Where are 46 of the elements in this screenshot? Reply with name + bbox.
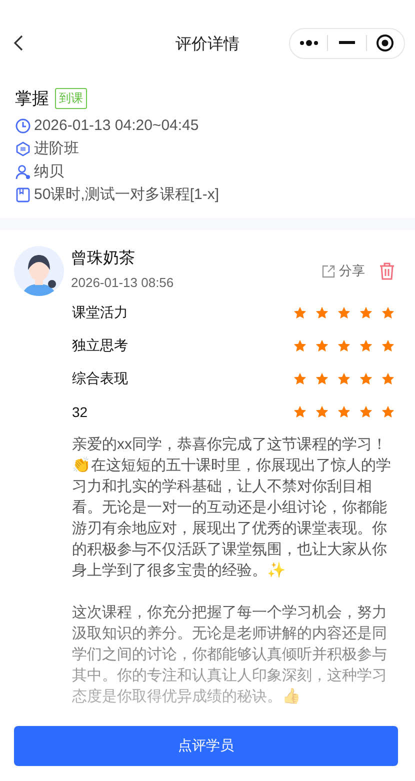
share-icon	[322, 264, 335, 278]
clock-icon	[15, 118, 31, 134]
star-icon	[337, 306, 351, 320]
star-icon	[337, 338, 351, 352]
attendance-tag: 到课	[55, 88, 87, 108]
star-icon	[359, 372, 373, 386]
page-title: 评价详情	[176, 34, 240, 55]
comment-text: 亲爱的xx同学，恭喜你完成了这节课程的学习！👏在这短短的五十课时里，你展现出了惊人的学习力和扎实的学科基础，让人不禁对你刮目相看。无论是一对一的互动还是小组讨论，你都能游刃有余地应对，展现出了优秀的课堂表现。你的积极参与不仅活跃了课堂氛围，也让大家从你身上学到了很多宝贵的经验。✨ 这次课程，你充分把握了每一个学习机会，努力汲取知识的养分。无论是老师讲解的内容还是同学们之间的讨论，你都能够认真倾听并积极参与其中。你的专注和认真让人印象深刻，这种学习态度是你取得优异成绩的秘诀。👍	[72, 435, 392, 707]
star-icon	[381, 306, 395, 320]
student-name: 曾珠奶茶	[71, 248, 136, 269]
minimize-icon[interactable]	[338, 41, 355, 45]
lesson-class-name: 进阶班	[34, 139, 79, 158]
lesson-title: 掌握	[15, 88, 49, 110]
star-icon	[337, 372, 351, 386]
hexagon-icon	[15, 140, 31, 156]
rating-label: 综合表现	[72, 370, 128, 388]
star-icon	[337, 404, 351, 418]
star-icon	[293, 306, 307, 320]
star-icon	[359, 306, 373, 320]
star-icon	[315, 338, 329, 352]
star-icon	[293, 338, 307, 352]
star-icon	[293, 372, 307, 386]
lesson-course: 50课时,测试一对多课程[1-x]	[34, 185, 220, 204]
review-date: 2026-01-13 08:56	[71, 275, 174, 290]
review-student-button[interactable]: 点评学员	[14, 726, 398, 766]
more-icon[interactable]	[298, 40, 319, 46]
lesson-teacher: 纳贝	[34, 162, 64, 181]
star-icon	[381, 372, 395, 386]
star-icon	[381, 404, 395, 418]
star-icon	[315, 306, 329, 320]
share-button[interactable]: 分享	[322, 262, 365, 280]
lesson-time: 2026-01-13 04:20~04:45	[34, 117, 199, 134]
rating-label: 独立思考	[72, 336, 128, 354]
book-icon	[15, 186, 31, 202]
delete-icon[interactable]	[379, 262, 395, 280]
star-icon	[293, 404, 307, 418]
star-icon	[359, 404, 373, 418]
close-icon[interactable]	[376, 34, 394, 52]
star-icon	[359, 338, 373, 352]
star-icon	[381, 338, 395, 352]
rating-label: 32	[72, 404, 88, 420]
star-icon	[315, 372, 329, 386]
rating-label: 课堂活力	[72, 304, 128, 322]
avatar	[14, 246, 64, 296]
star-icon	[315, 404, 329, 418]
person-icon	[15, 164, 31, 180]
